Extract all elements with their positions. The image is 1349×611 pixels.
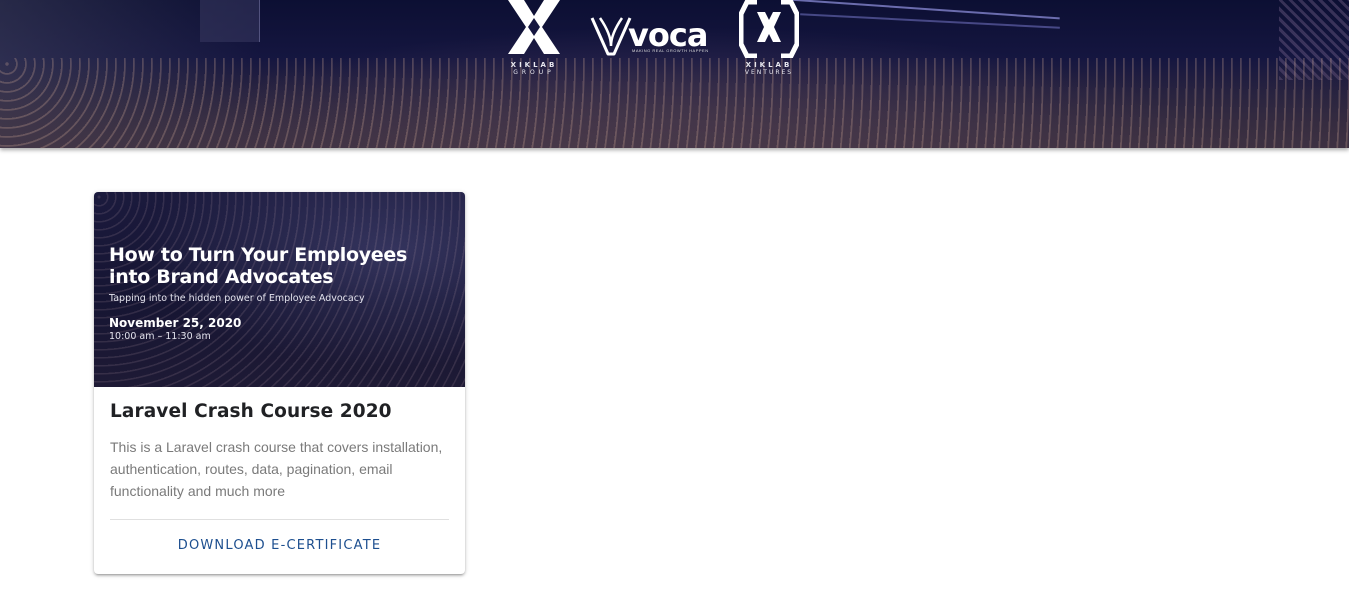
webinar-subtitle: Tapping into the hidden power of Employe… [109,293,365,304]
partner-logos: XIKLAB GROUP voca MAKING REAL GROWTH HAP… [500,0,810,80]
xiklab-ventures-sub: VENTURES [744,69,794,76]
course-card-image: How to Turn Your Employees into Brand Ad… [94,192,465,387]
xiklab-group-sub: GROUP [513,69,555,76]
webinar-date: November 25, 2020 [109,316,242,330]
xiklab-x-mark-icon [508,0,560,54]
card-image-text: How to Turn Your Employees into Brand Ad… [109,244,449,342]
webinar-time: 10:00 am – 11:30 am [109,331,211,342]
download-certificate-button[interactable]: DOWNLOAD E-CERTIFICATE [170,536,390,555]
xiklab-ventures-wordmark: XIKLAB [745,61,793,69]
xiklab-group-logo: XIKLAB GROUP [502,0,566,76]
xiklab-ventures-mark-icon [738,0,800,59]
webinar-title: How to Turn Your Employees into Brand Ad… [109,244,407,288]
hero-banner: XIKLAB GROUP voca MAKING REAL GROWTH HAP… [0,0,1349,148]
course-title: Laravel Crash Course 2020 [110,401,392,422]
xiklab-ventures-logo: XIKLAB VENTURES [736,0,802,76]
hero-screen [200,0,260,42]
card-actions: DOWNLOAD E-CERTIFICATE [94,520,465,555]
course-card: How to Turn Your Employees into Brand Ad… [94,192,465,574]
course-description: This is a Laravel crash course that cove… [110,439,443,499]
voca-tagline: MAKING REAL GROWTH HAPPEN [632,48,709,53]
course-card-body: Laravel Crash Course 2020 This is a Lara… [94,387,465,502]
xiklab-wordmark: XIKLAB [510,61,558,69]
